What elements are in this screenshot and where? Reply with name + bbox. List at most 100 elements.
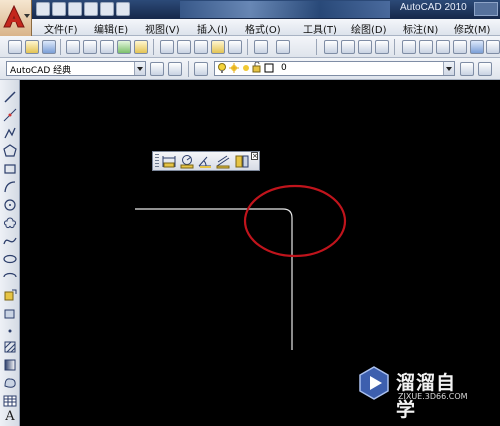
menu-file[interactable]: 文件(F) (44, 21, 78, 36)
watermark: 溜溜自学 ZIXUE.3D66.COM (352, 361, 472, 421)
block-editor-icon[interactable] (228, 40, 242, 54)
layer-name: 0 (281, 63, 287, 73)
application-menu-button[interactable] (0, 0, 32, 36)
draw-toolbar: A (0, 80, 20, 426)
undo-icon[interactable] (254, 40, 268, 54)
menu-format[interactable]: 格式(O) (245, 21, 281, 36)
layer-state-icons (217, 61, 279, 77)
line-icon[interactable] (3, 90, 17, 104)
workspace-settings-icon[interactable] (150, 62, 164, 76)
cut-icon[interactable] (160, 40, 174, 54)
highlight-circle (243, 184, 347, 258)
workspace-dropdown[interactable]: AutoCAD 经典 (6, 61, 146, 76)
etransmit-icon[interactable] (134, 40, 148, 54)
point-icon[interactable] (3, 324, 17, 338)
hatch-icon[interactable] (3, 340, 17, 354)
make-layer-current-icon[interactable] (460, 62, 474, 76)
menu-bar: 文件(F) 编辑(E) 视图(V) 插入(I) 格式(O) 工具(T) 绘图(D… (32, 19, 500, 36)
play-logo-icon (359, 366, 389, 400)
circle-icon[interactable] (3, 198, 17, 212)
copy-icon[interactable] (177, 40, 191, 54)
menu-view[interactable]: 视图(V) (145, 21, 180, 36)
linear-dimension-icon[interactable] (161, 154, 177, 169)
menu-dimension[interactable]: 标注(N) (403, 21, 438, 36)
undo-icon[interactable] (84, 2, 98, 16)
3d-dwf-icon[interactable] (117, 40, 131, 54)
multiline-text-icon[interactable]: A (3, 410, 17, 424)
workspace-layers-toolbar: AutoCAD 经典 0 (0, 58, 500, 80)
menu-tools[interactable]: 工具(T) (303, 21, 337, 36)
sheet-set-icon[interactable] (453, 40, 467, 54)
menu-insert[interactable]: 插入(I) (197, 21, 228, 36)
aligned-dimension-icon[interactable] (215, 154, 231, 169)
window-title: AutoCAD 2010 (400, 2, 467, 13)
polyline-icon[interactable] (3, 126, 17, 140)
design-center-icon[interactable] (419, 40, 433, 54)
rectangle-icon[interactable] (3, 162, 17, 176)
divider (247, 39, 248, 55)
paste-icon[interactable] (194, 40, 208, 54)
open-file-icon[interactable] (52, 2, 66, 16)
save-icon[interactable] (68, 2, 82, 16)
ellipse-arc-icon[interactable] (3, 270, 17, 284)
calculator-icon[interactable] (486, 40, 500, 54)
layer-dropdown[interactable]: 0 (214, 61, 455, 76)
redo-icon[interactable] (276, 40, 290, 54)
divider (153, 39, 154, 55)
make-block-icon[interactable] (3, 306, 17, 320)
layer-properties-icon[interactable] (194, 62, 208, 76)
radius-dimension-icon[interactable] (179, 154, 195, 169)
tool-palettes-icon[interactable] (436, 40, 450, 54)
table-icon[interactable] (3, 394, 17, 408)
angular-dimension-icon[interactable] (197, 154, 213, 169)
chevron-down-icon[interactable] (134, 62, 145, 75)
save-icon[interactable] (42, 40, 56, 54)
match-properties-icon[interactable] (211, 40, 225, 54)
chevron-down-icon (24, 14, 30, 18)
construction-line-icon[interactable] (3, 108, 17, 122)
new-file-icon[interactable] (36, 2, 50, 16)
pan-icon[interactable] (324, 40, 338, 54)
zoom-window-icon[interactable] (358, 40, 372, 54)
layer-previous-icon[interactable] (478, 62, 492, 76)
divider (60, 39, 61, 55)
polygon-icon[interactable] (3, 144, 17, 158)
arc-icon[interactable] (3, 180, 17, 194)
divider (188, 61, 189, 77)
standard-toolbar (0, 36, 500, 58)
quick-access-toolbar (36, 1, 130, 17)
toolbar-grip[interactable] (155, 154, 159, 168)
redo-icon[interactable] (100, 2, 114, 16)
region-icon[interactable] (3, 376, 17, 390)
menu-draw[interactable]: 绘图(D) (351, 21, 387, 36)
divider (316, 39, 317, 55)
workspace-value: AutoCAD 经典 (10, 66, 72, 76)
workspace-lock-icon[interactable] (168, 62, 182, 76)
spline-icon[interactable] (3, 234, 17, 248)
menu-modify[interactable]: 修改(M) (454, 21, 490, 36)
title-bar: AutoCAD 2010 (0, 0, 500, 19)
background-taskbar-strip (180, 1, 390, 18)
filleted-corner-lines[interactable] (135, 208, 293, 350)
chevron-down-icon[interactable] (443, 62, 454, 75)
markup-icon[interactable] (470, 40, 484, 54)
watermark-url: ZIXUE.3D66.COM (398, 392, 468, 401)
revision-cloud-icon[interactable] (3, 216, 17, 230)
zoom-realtime-icon[interactable] (341, 40, 355, 54)
publish-icon[interactable] (100, 40, 114, 54)
ellipse-icon[interactable] (3, 252, 17, 266)
open-icon[interactable] (25, 40, 39, 54)
zoom-previous-icon[interactable] (375, 40, 389, 54)
window-control-button[interactable] (474, 2, 498, 16)
new-icon[interactable] (8, 40, 22, 54)
properties-icon[interactable] (402, 40, 416, 54)
plot-preview-icon[interactable] (83, 40, 97, 54)
close-icon[interactable]: × (251, 152, 258, 160)
menu-edit[interactable]: 编辑(E) (94, 21, 128, 36)
plot-icon[interactable] (116, 2, 130, 16)
gradient-icon[interactable] (3, 358, 17, 372)
divider (394, 39, 395, 55)
plot-icon[interactable] (66, 40, 80, 54)
insert-block-icon[interactable] (3, 288, 17, 302)
dimension-style-icon[interactable] (234, 154, 250, 169)
